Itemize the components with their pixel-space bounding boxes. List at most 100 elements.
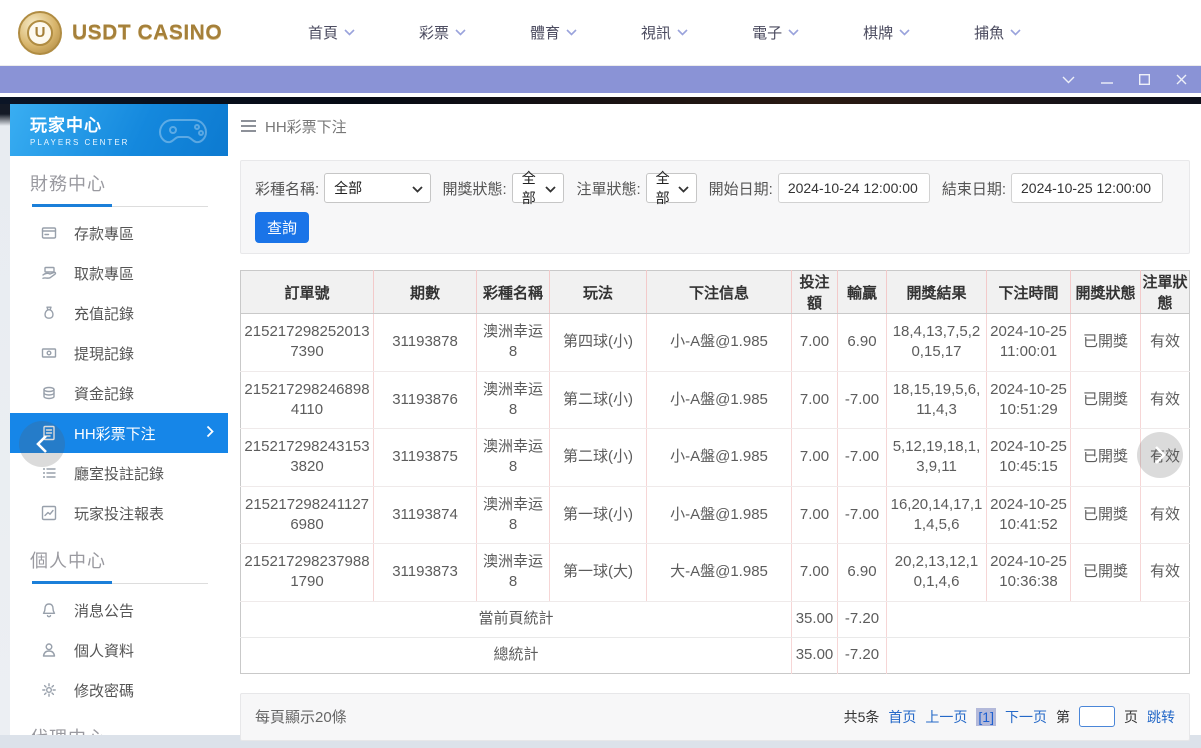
sidebar-item-存款專區[interactable]: 存款專區: [10, 213, 228, 253]
sidebar-section-1: 財務中心: [10, 156, 228, 196]
summary-winloss-total: -7.20: [837, 601, 887, 638]
sidebar-item-label: 資金記錄: [74, 385, 135, 403]
table-cell: 小-A盤@1.985: [646, 313, 792, 372]
hamburger-icon[interactable]: [241, 120, 256, 132]
sidebar-section-title[interactable]: 個人中心: [30, 547, 208, 573]
table-cell: 18,4,13,7,5,20,15,17: [886, 313, 987, 372]
table-cell: 第一球(大): [549, 543, 647, 602]
table-cell: 第四球(小): [549, 313, 647, 372]
sidebar-section-2: 個人中心: [10, 533, 228, 573]
sidebar-section-title[interactable]: 代理中心: [30, 724, 208, 735]
current-page[interactable]: [1]: [976, 707, 996, 726]
maximize-icon[interactable]: [1139, 74, 1150, 85]
window-dropdown-icon[interactable]: [1062, 76, 1075, 84]
brand-emblem-icon: U: [18, 10, 62, 55]
table-row: 2152172982411276980 31193874 澳洲幸运8 第一球(小) 小-…: [240, 486, 1190, 544]
nav-item-7[interactable]: 捕魚: [942, 22, 1053, 43]
page-summary-row: 當前頁統計 35.00 -7.20: [240, 601, 1190, 638]
table-row: 2152172982379881790 31193873 澳洲幸运8 第一球(大) 大-…: [240, 543, 1190, 602]
expand-right-button[interactable]: [1137, 432, 1183, 478]
table-cell: 31193874: [373, 486, 477, 544]
table-cell: 小-A盤@1.985: [646, 371, 792, 429]
table-header-row: 訂單號 期數 彩種名稱 玩法 下注信息 投注額 輸贏 開獎結果 下注時間 開獎狀…: [240, 270, 1190, 314]
sidebar-item-label: 取款專區: [74, 265, 135, 283]
nav-item-label: 捕魚: [974, 25, 1005, 42]
table-cell: 2024-10-25 11:00:01: [986, 313, 1071, 372]
table-cell: 澳洲幸运8: [476, 371, 550, 429]
table-cell: 澳洲幸运8: [476, 543, 550, 602]
collapse-left-button[interactable]: [19, 421, 65, 467]
site-header: U USDT CASINO 首頁 彩票 體育 視訊 電子 棋牌 捕魚: [0, 0, 1201, 66]
table-cell: 2152172982520137390: [240, 313, 374, 372]
sidebar-item-label: 提現記錄: [74, 345, 135, 363]
sidebar-item-label: 消息公告: [74, 602, 135, 620]
total-count: 共5条: [843, 708, 880, 725]
prev-page-link[interactable]: 上一页: [925, 707, 967, 727]
chevron-down-icon: [678, 180, 689, 196]
filter-panel: 彩種名稱: 全部 開獎狀態: 全部 注單狀態: 全部 開始日期: 2024-10…: [240, 160, 1190, 254]
nav-item-label: 體育: [530, 25, 561, 42]
nav-item-2[interactable]: 彩票: [387, 22, 498, 43]
sidebar-item-個人資料[interactable]: 個人資料: [10, 630, 228, 670]
table-cell: 6.90: [837, 543, 887, 602]
draw-status-select-label: 開獎狀態:: [442, 180, 507, 198]
lottery-select-label: 彩種名稱:: [255, 180, 320, 198]
nav-item-4[interactable]: 視訊: [609, 22, 720, 43]
funds-record-icon: [40, 384, 58, 402]
nav-item-label: 視訊: [641, 25, 672, 42]
bets-table-wrap: 訂單號 期數 彩種名稱 玩法 下注信息 投注額 輸贏 開獎結果 下注時間 開獎狀…: [240, 270, 1190, 674]
nav-item-label: 棋牌: [863, 25, 894, 42]
close-icon[interactable]: [1176, 74, 1187, 85]
jump-link[interactable]: 跳转: [1147, 707, 1175, 727]
sidebar-item-label: 存款專區: [74, 225, 135, 243]
table-row: 2152172982468984110 31193876 澳洲幸运8 第二球(小) 小-…: [240, 371, 1190, 429]
end-date-input[interactable]: [1011, 173, 1163, 203]
sidebar-item-消息公告[interactable]: 消息公告: [10, 590, 228, 630]
nav-item-6[interactable]: 棋牌: [831, 22, 942, 43]
sidebar-item-提現記錄[interactable]: 提現記錄: [10, 333, 228, 373]
lottery-select[interactable]: 全部: [324, 173, 431, 203]
table-cell: 2152172982379881790: [240, 543, 374, 602]
pagination: 共5条 首页 上一页 [1] 下一页 第 页 跳转: [844, 706, 1175, 727]
sidebar-item-資金記錄[interactable]: 資金記錄: [10, 373, 228, 413]
table-cell: 已開獎: [1070, 313, 1141, 372]
section-underline: [32, 581, 208, 584]
report-chart-icon: [40, 504, 58, 522]
table-cell: 2024-10-25 10:41:52: [986, 486, 1071, 544]
nav-item-3[interactable]: 體育: [498, 22, 609, 43]
section-underline: [32, 204, 208, 207]
sidebar-item-取款專區[interactable]: 取款專區: [10, 253, 228, 293]
chevron-right-icon: [206, 425, 214, 443]
nav-item-1[interactable]: 首頁: [276, 22, 387, 43]
order-status-select-label: 注單狀態:: [576, 180, 641, 198]
sidebar-item-修改密碼[interactable]: 修改密碼: [10, 670, 228, 710]
brand-emblem-letter: U: [27, 19, 53, 46]
brand-logo: U USDT CASINO: [18, 10, 248, 55]
first-page-link[interactable]: 首页: [888, 707, 916, 727]
jump-suffix: 页: [1124, 708, 1138, 725]
sidebar-item-充值記錄[interactable]: 充值記錄: [10, 293, 228, 333]
table-cell: -7.00: [837, 428, 887, 487]
start-date-input[interactable]: [777, 173, 930, 203]
table-cell: 已開獎: [1070, 371, 1141, 429]
minimize-icon[interactable]: [1101, 75, 1113, 85]
query-button[interactable]: 查詢: [255, 212, 309, 243]
nav-item-5[interactable]: 電子: [720, 22, 831, 43]
table-cell: 小-A盤@1.985: [646, 486, 792, 544]
sidebar-item-玩家投注報表[interactable]: 玩家投注報表: [10, 493, 228, 533]
table-cell: 大-A盤@1.985: [646, 543, 792, 602]
jump-page-input[interactable]: [1079, 706, 1115, 727]
sidebar-section-title[interactable]: 財務中心: [30, 170, 208, 196]
lottery-select-value: 全部: [334, 180, 363, 196]
table-cell: 7.00: [791, 428, 838, 487]
table-cell: 7.00: [791, 543, 838, 602]
col-header: 期數: [373, 270, 477, 314]
table-cell: 澳洲幸运8: [476, 313, 550, 372]
order-status-select[interactable]: 全部: [645, 170, 697, 206]
chevron-down-icon: [566, 29, 577, 36]
table-cell: 31193878: [373, 313, 477, 372]
chevron-down-icon: [545, 180, 557, 196]
next-page-link[interactable]: 下一页: [1005, 707, 1047, 727]
summary-empty: [886, 601, 1190, 638]
draw-status-select[interactable]: 全部: [511, 170, 565, 206]
